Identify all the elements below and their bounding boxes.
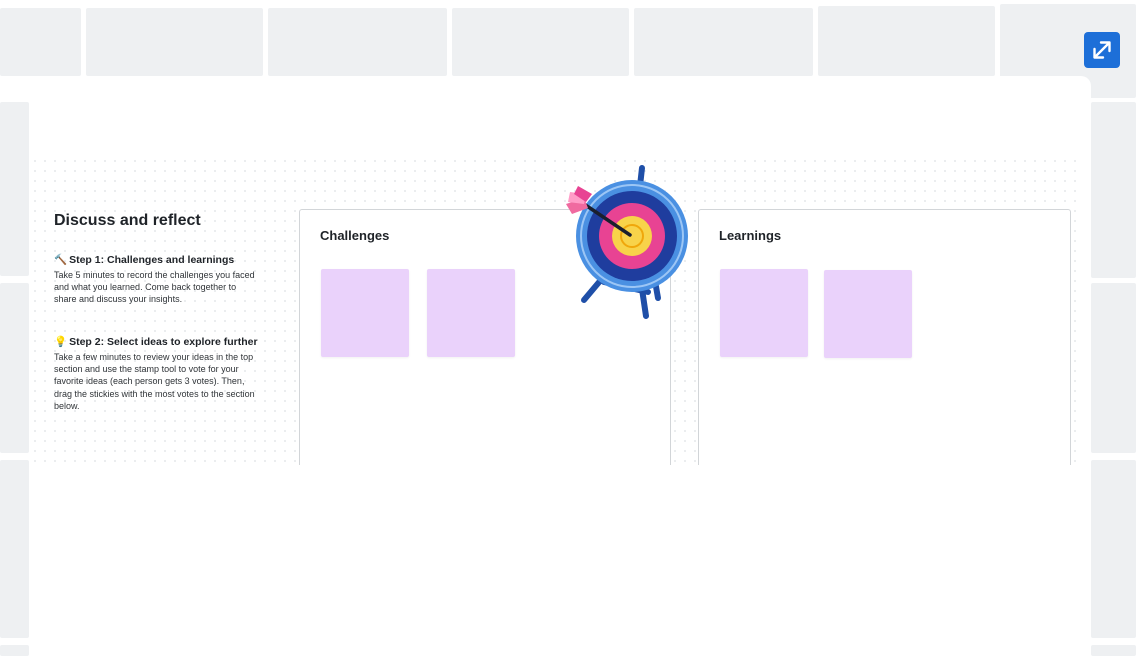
sticky-note[interactable] [427, 269, 515, 357]
challenges-title: Challenges [320, 228, 390, 243]
template-card: Discuss and reflect 🔨 Step 1: Challenges … [29, 76, 1091, 666]
step-2-title-text: Step 2: Select ideas to explore further [69, 336, 258, 348]
expand-button[interactable] [1084, 32, 1120, 68]
step-2-description: Take a few minutes to review your ideas … [54, 352, 255, 411]
hammer-icon: 🔨 [54, 254, 68, 266]
expand-icon [1093, 41, 1111, 59]
archery-target-icon [566, 165, 688, 319]
sticky-note[interactable] [824, 270, 912, 358]
step-2-title: 💡 Step 2: Select ideas to explore further [54, 335, 258, 348]
step-1-description: Take 5 minutes to record the challenges … [54, 270, 255, 305]
learnings-title: Learnings [719, 228, 782, 243]
step-1-title: 🔨 Step 1: Challenges and learnings [54, 253, 234, 266]
sticky-note[interactable] [321, 269, 409, 357]
page-title: Discuss and reflect [54, 212, 201, 229]
learnings-section[interactable]: Learnings [698, 209, 1071, 465]
lightbulb-icon: 💡 [54, 336, 68, 348]
sticky-note[interactable] [720, 269, 808, 357]
step-1-title-text: Step 1: Challenges and learnings [69, 254, 235, 266]
